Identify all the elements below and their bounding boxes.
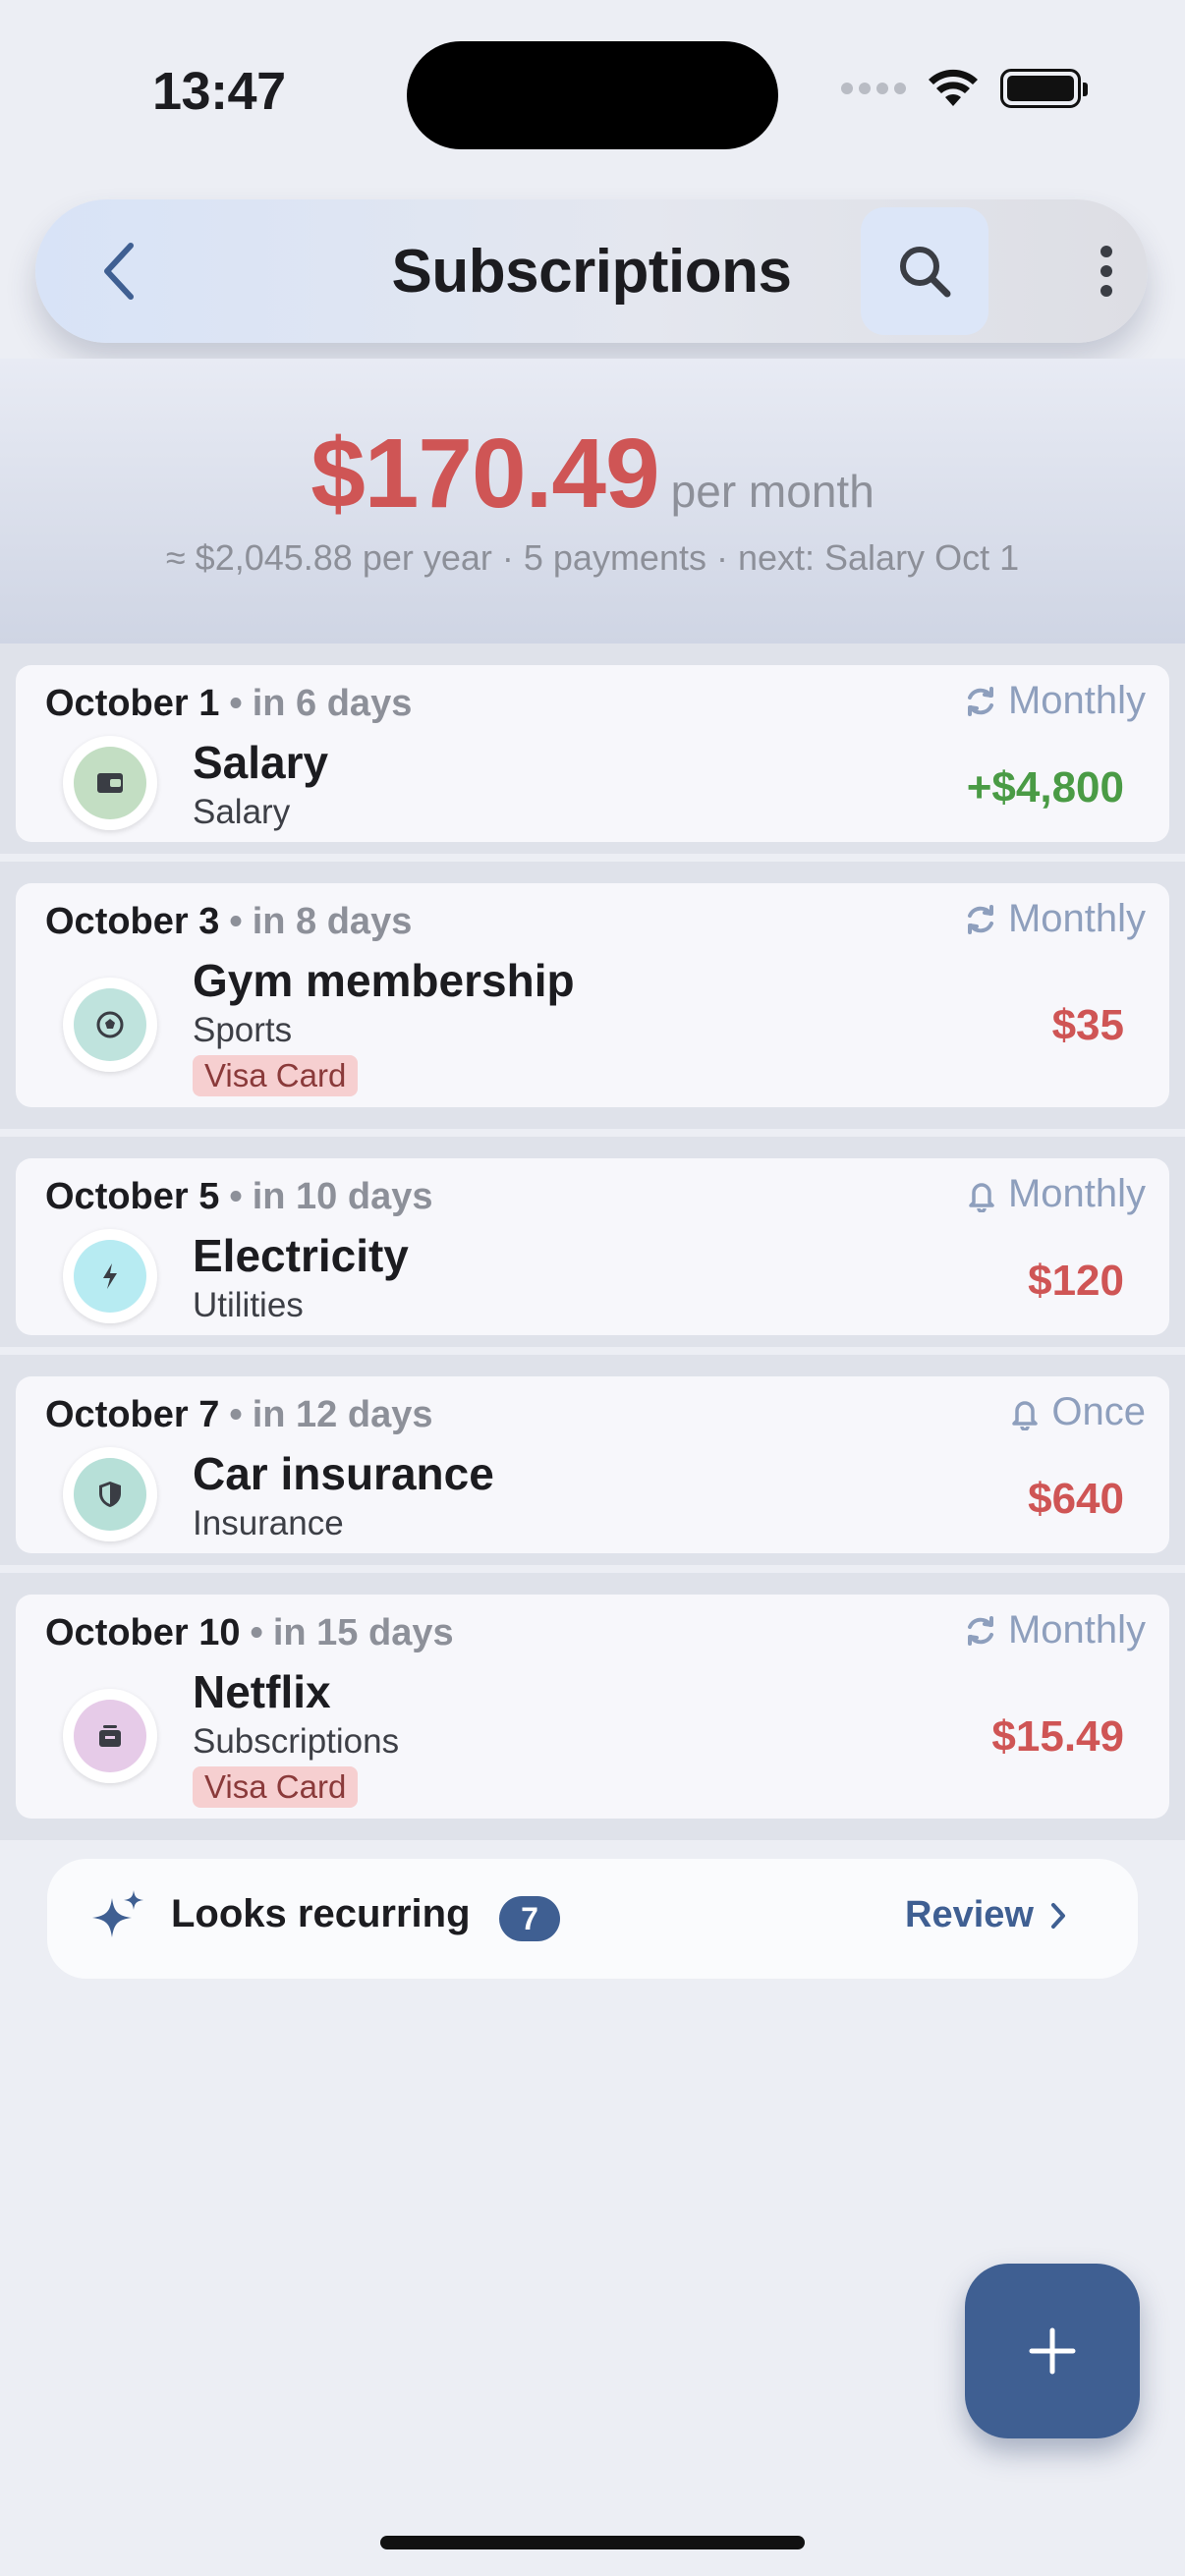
status-bar: 13:47 [0, 0, 1185, 177]
day-group: October 5 • in 10 days Monthly Electricity… [0, 1137, 1185, 1347]
monthly-total: $170.49 [310, 419, 659, 529]
subscription-list: October 1 • in 6 days Monthly Salary Salar… [0, 644, 1185, 1840]
header-bar: Subscriptions [35, 199, 1148, 343]
more-options-button[interactable] [1062, 227, 1151, 315]
day-group: October 7 • in 12 days Once Car insurance … [0, 1355, 1185, 1565]
card-date: October 3 • in 8 days [45, 901, 413, 942]
card-date: October 1 • in 6 days [45, 683, 413, 724]
review-button[interactable]: Review [905, 1894, 1067, 1936]
day-group: October 3 • in 8 days Monthly Gym membersh… [0, 862, 1185, 1129]
search-button[interactable] [861, 207, 988, 335]
subscription-card-car-insurance[interactable]: October 7 • in 12 days Once Car insurance … [16, 1376, 1169, 1553]
card-frequency: Monthly [963, 1608, 1146, 1652]
bell-icon [1012, 1400, 1039, 1430]
subscription-card-gym[interactable]: October 3 • in 8 days Monthly Gym membersh… [16, 883, 1169, 1107]
card-category: Salary [193, 793, 291, 831]
monthly-label: per month [670, 466, 875, 517]
more-vertical-icon [1100, 246, 1112, 297]
repeat-icon [967, 904, 993, 934]
status-icons [841, 69, 1088, 108]
card-category: Utilities [193, 1286, 304, 1324]
search-icon [900, 247, 951, 298]
avatar [63, 736, 157, 830]
payment-tag: Visa Card [193, 1055, 359, 1096]
card-date: October 5 • in 10 days [45, 1176, 433, 1217]
status-time: 13:47 [152, 62, 286, 121]
card-name: Salary [193, 737, 329, 788]
card-date: October 10 • in 15 days [45, 1612, 454, 1653]
avatar [63, 1229, 157, 1323]
looks-recurring-banner[interactable]: Looks recurring 7 Review [47, 1859, 1138, 1979]
card-name: Car insurance [193, 1448, 494, 1499]
card-amount: $15.49 [991, 1712, 1124, 1761]
summary-amount-line: $170.49 per month [0, 418, 1185, 531]
card-category: Subscriptions [193, 1722, 400, 1761]
repeat-icon [967, 1615, 993, 1646]
card-category: Sports [193, 1011, 293, 1049]
wifi-icon [929, 69, 978, 106]
wallet-icon [97, 773, 123, 793]
shield-icon [99, 1482, 121, 1507]
avatar [63, 978, 157, 1072]
card-name: Gym membership [193, 955, 575, 1006]
subscription-card-salary[interactable]: October 1 • in 6 days Monthly Salary Salar… [16, 665, 1169, 842]
summary-panel: $170.49 per month ≈ $2,045.88 per year · … [0, 359, 1185, 644]
card-frequency: Monthly [963, 897, 1146, 941]
card-amount: $640 [1028, 1475, 1124, 1523]
review-label: Review [905, 1894, 1034, 1935]
subscription-card-electricity[interactable]: October 5 • in 10 days Monthly Electricity… [16, 1158, 1169, 1335]
card-amount: $35 [1051, 1001, 1124, 1049]
recurring-label: Looks recurring [171, 1892, 471, 1935]
battery-icon [1000, 69, 1088, 108]
day-group: October 10 • in 15 days Monthly Netflix Su… [0, 1573, 1185, 1840]
card-name: Electricity [193, 1230, 409, 1281]
add-subscription-button[interactable] [965, 2264, 1140, 2438]
card-name: Netflix [193, 1666, 331, 1717]
avatar [63, 1689, 157, 1783]
card-amount: +$4,800 [966, 763, 1124, 812]
payment-tag: Visa Card [193, 1766, 359, 1808]
card-category: Insurance [193, 1504, 344, 1542]
sparkle-icon [92, 1890, 143, 1937]
bell-icon [969, 1182, 994, 1212]
plus-icon [1029, 2327, 1076, 2375]
dynamic-island [407, 41, 778, 149]
card-frequency: Monthly [963, 679, 1146, 723]
recurring-count-badge: 7 [499, 1896, 560, 1941]
day-group: October 1 • in 6 days Monthly Salary Salar… [0, 644, 1185, 854]
chevron-right-icon [1051, 1902, 1065, 1929]
lightning-icon [103, 1263, 117, 1289]
subscription-card-netflix[interactable]: October 10 • in 15 days Monthly Netflix Su… [16, 1595, 1169, 1819]
card-amount: $120 [1028, 1257, 1124, 1305]
cellular-signal-icon [841, 83, 906, 94]
card-date: October 7 • in 12 days [45, 1394, 433, 1435]
avatar [63, 1447, 157, 1541]
repeat-icon [967, 686, 993, 716]
card-frequency: Monthly [965, 1172, 1146, 1216]
card-frequency: Once [1008, 1390, 1146, 1434]
soccer-ball-icon [96, 1011, 124, 1038]
summary-subline: ≈ $2,045.88 per year · 5 payments · next… [165, 537, 1020, 578]
home-indicator[interactable] [380, 2536, 805, 2549]
media-icon [99, 1725, 121, 1747]
